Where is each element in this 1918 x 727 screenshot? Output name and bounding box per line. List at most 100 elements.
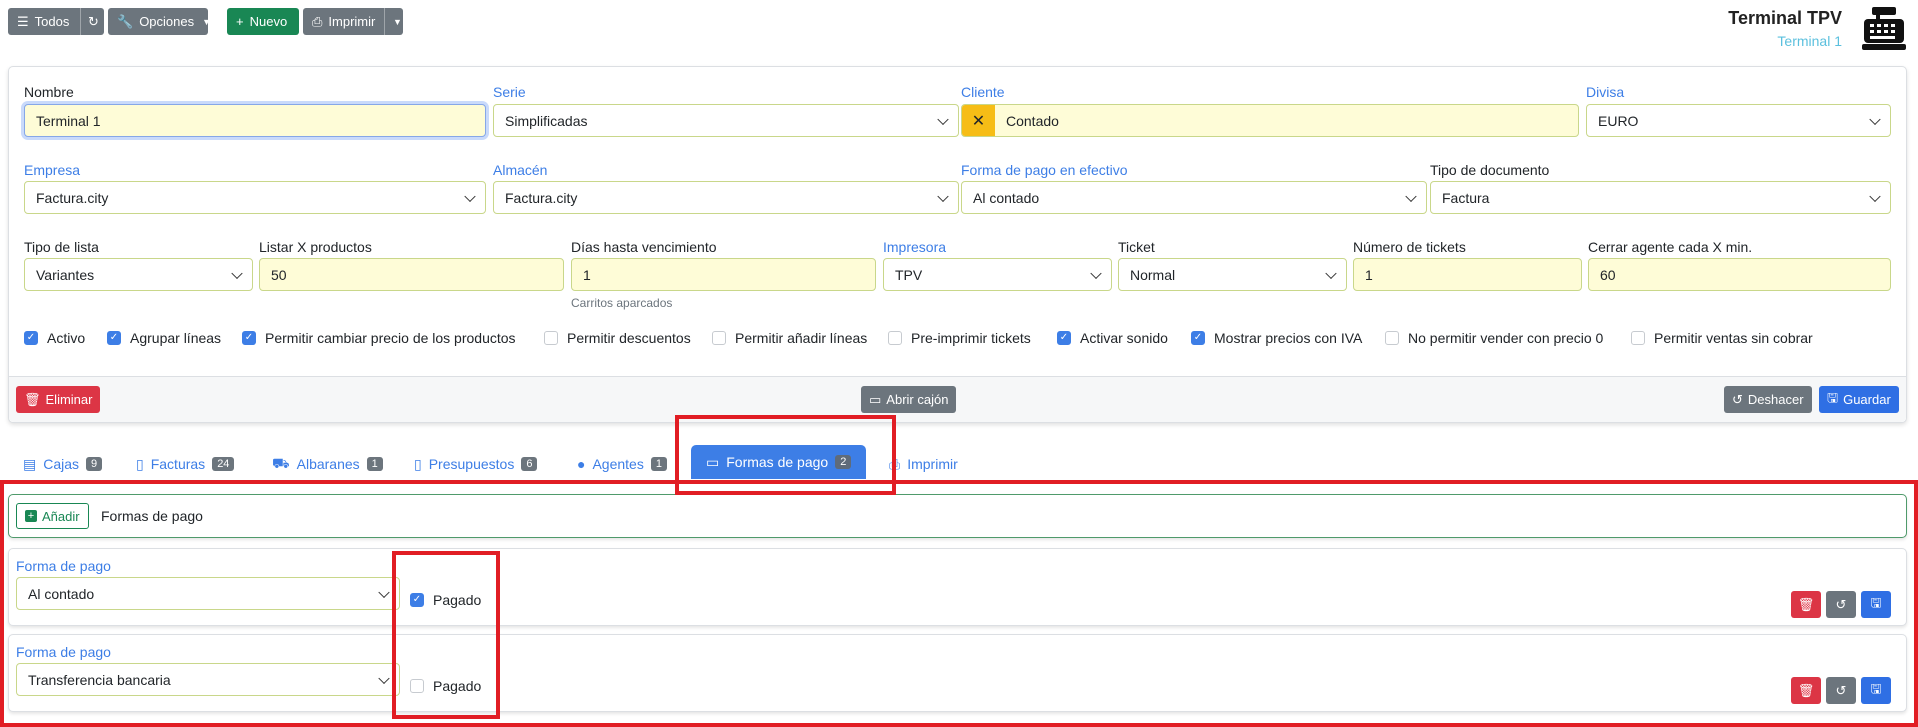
checkbox-mostrar-precios-iva[interactable]: ✓ Mostrar precios con IVA: [1191, 330, 1362, 346]
checkbox-unchecked-icon[interactable]: [712, 331, 726, 345]
checkbox-activo[interactable]: ✓ Activo: [24, 330, 85, 346]
chevron-down-icon: [1325, 267, 1337, 279]
tab-facturas[interactable]: ▯ Facturas 24: [136, 449, 235, 479]
caret-down-icon[interactable]: ▼: [393, 17, 402, 27]
page-title: Terminal TPV: [1728, 8, 1842, 28]
abrir-cajon-label: Abrir cajón: [886, 392, 949, 407]
checkbox-unchecked-icon[interactable]: [1385, 331, 1399, 345]
cliente-field[interactable]: ✕ Contado: [961, 104, 1579, 137]
dolly-icon: ⛟: [272, 454, 290, 471]
tab-label: Cajas: [43, 456, 80, 472]
checkbox-label: Activo: [47, 330, 86, 346]
printer-icon: ⎙: [312, 13, 323, 29]
chevron-down-icon: [464, 190, 476, 202]
almacen-value: Factura.city: [505, 189, 578, 206]
serie-select[interactable]: Simplificadas: [493, 104, 959, 137]
checkbox-permitir-ventas-sin-cobrar[interactable]: Permitir ventas sin cobrar: [1631, 330, 1813, 346]
checkbox-permitir-anadir-lineas[interactable]: Permitir añadir líneas: [712, 330, 867, 346]
refresh-icon[interactable]: ↻: [88, 14, 99, 30]
num-tickets-input[interactable]: 1: [1353, 258, 1582, 291]
todos-label: Todos: [34, 14, 70, 29]
user-icon: ●: [577, 456, 586, 472]
deshacer-button[interactable]: ↺ Deshacer: [1724, 386, 1812, 413]
tab-presupuestos[interactable]: ▯ Presupuestos 6: [414, 449, 538, 479]
eliminar-button[interactable]: 🗑 Eliminar: [16, 386, 101, 413]
imprimir-label: Imprimir: [328, 14, 376, 29]
cerrar-agente-input[interactable]: 60: [1588, 258, 1891, 291]
chevron-down-icon: [231, 267, 243, 279]
imprimir-button[interactable]: ⎙ Imprimir ▼: [303, 8, 403, 35]
cliente-label[interactable]: Cliente: [961, 84, 1005, 100]
tab-label: Albaranes: [296, 456, 360, 472]
clear-icon[interactable]: ✕: [962, 105, 995, 136]
tab-label: Imprimir: [907, 456, 958, 472]
empresa-select[interactable]: Factura.city: [24, 181, 486, 214]
opciones-button[interactable]: 🔧 Opciones ▼: [108, 8, 212, 35]
listar-productos-input[interactable]: 50: [259, 258, 564, 291]
checkbox-no-permitir-precio-0[interactable]: No permitir vender con precio 0: [1385, 330, 1603, 346]
ticket-value: Normal: [1130, 266, 1176, 283]
checkbox-permitir-descuentos[interactable]: Permitir descuentos: [544, 330, 691, 346]
num-tickets-value: 1: [1365, 266, 1373, 283]
checkbox-checked-icon[interactable]: ✓: [242, 331, 256, 345]
serie-value: Simplificadas: [505, 112, 588, 129]
checkbox-label: Permitir cambiar precio de los productos: [265, 330, 516, 346]
trash-icon: 🗑: [24, 391, 41, 407]
empresa-label[interactable]: Empresa: [24, 162, 80, 178]
tipo-documento-select[interactable]: Factura: [1430, 181, 1891, 214]
todos-button[interactable]: ☰ Todos ↻: [8, 8, 104, 35]
checkbox-permitir-cambiar-precio[interactable]: ✓ Permitir cambiar precio de los product…: [242, 330, 516, 346]
save-icon: 🖫: [1827, 389, 1839, 405]
checkbox-activar-sonido[interactable]: ✓ Activar sonido: [1057, 330, 1168, 346]
checkbox-checked-icon[interactable]: ✓: [1191, 331, 1205, 345]
impresora-select[interactable]: TPV: [883, 258, 1112, 291]
guardar-button[interactable]: 🖫 Guardar: [1819, 386, 1899, 413]
checkbox-pre-imprimir-tickets[interactable]: Pre-imprimir tickets: [888, 330, 1031, 346]
nuevo-label: Nuevo: [249, 14, 288, 29]
divider: [384, 8, 385, 35]
ticket-select[interactable]: Normal: [1118, 258, 1347, 291]
tab-imprimir[interactable]: ⎙ Imprimir: [889, 449, 958, 479]
chevron-down-icon: [937, 190, 949, 202]
guardar-label: Guardar: [1843, 392, 1891, 407]
impresora-label[interactable]: Impresora: [883, 239, 946, 255]
tab-label: Presupuestos: [428, 456, 515, 472]
deshacer-label: Deshacer: [1747, 392, 1804, 407]
tab-agentes[interactable]: ● Agentes 1: [577, 449, 667, 479]
checkbox-agrupar-lineas[interactable]: ✓ Agrupar líneas: [107, 330, 221, 346]
checkbox-checked-icon[interactable]: ✓: [1057, 331, 1071, 345]
serie-label[interactable]: Serie: [493, 84, 526, 100]
caret-down-icon: ▼: [202, 16, 212, 27]
divisa-label[interactable]: Divisa: [1586, 84, 1624, 100]
checkbox-unchecked-icon[interactable]: [544, 331, 558, 345]
nombre-input[interactable]: Terminal 1: [24, 104, 486, 137]
dias-vencimiento-hint: Carritos aparcados: [571, 296, 673, 310]
checkbox-label: Activar sonido: [1080, 330, 1168, 346]
dias-vencimiento-input[interactable]: 1: [571, 258, 876, 291]
tab-cajas[interactable]: ▤ Cajas 9: [23, 449, 103, 479]
checkbox-label: Mostrar precios con IVA: [1214, 330, 1363, 346]
plus-icon: +: [236, 14, 244, 29]
checkbox-label: No permitir vender con precio 0: [1408, 330, 1604, 346]
chevron-down-icon: [1869, 113, 1881, 125]
nuevo-button[interactable]: + Nuevo: [227, 8, 299, 35]
tipo-lista-select[interactable]: Variantes: [24, 258, 253, 291]
abrir-cajon-button[interactable]: ▭ Abrir cajón: [861, 386, 957, 413]
forma-pago-efectivo-select[interactable]: Al contado: [961, 181, 1427, 214]
checkbox-unchecked-icon[interactable]: [888, 331, 902, 345]
file-alt-icon: ▯: [414, 455, 422, 472]
cash-icon: ▤: [23, 455, 37, 472]
tipo-lista-value: Variantes: [36, 266, 95, 283]
num-tickets-label: Número de tickets: [1353, 239, 1466, 255]
tab-badge: 1: [366, 457, 383, 471]
checkbox-unchecked-icon[interactable]: [1631, 331, 1645, 345]
almacen-select[interactable]: Factura.city: [493, 181, 959, 214]
checkbox-checked-icon[interactable]: ✓: [107, 331, 121, 345]
highlight-pagado-box: [392, 551, 500, 719]
tab-albaranes[interactable]: ⛟ Albaranes 1: [272, 449, 383, 479]
forma-pago-efectivo-label[interactable]: Forma de pago en efectivo: [961, 162, 1128, 178]
almacen-label[interactable]: Almacén: [493, 162, 547, 178]
tipo-lista-label: Tipo de lista: [24, 239, 99, 255]
checkbox-checked-icon[interactable]: ✓: [24, 331, 38, 345]
divisa-select[interactable]: EURO: [1586, 104, 1891, 137]
